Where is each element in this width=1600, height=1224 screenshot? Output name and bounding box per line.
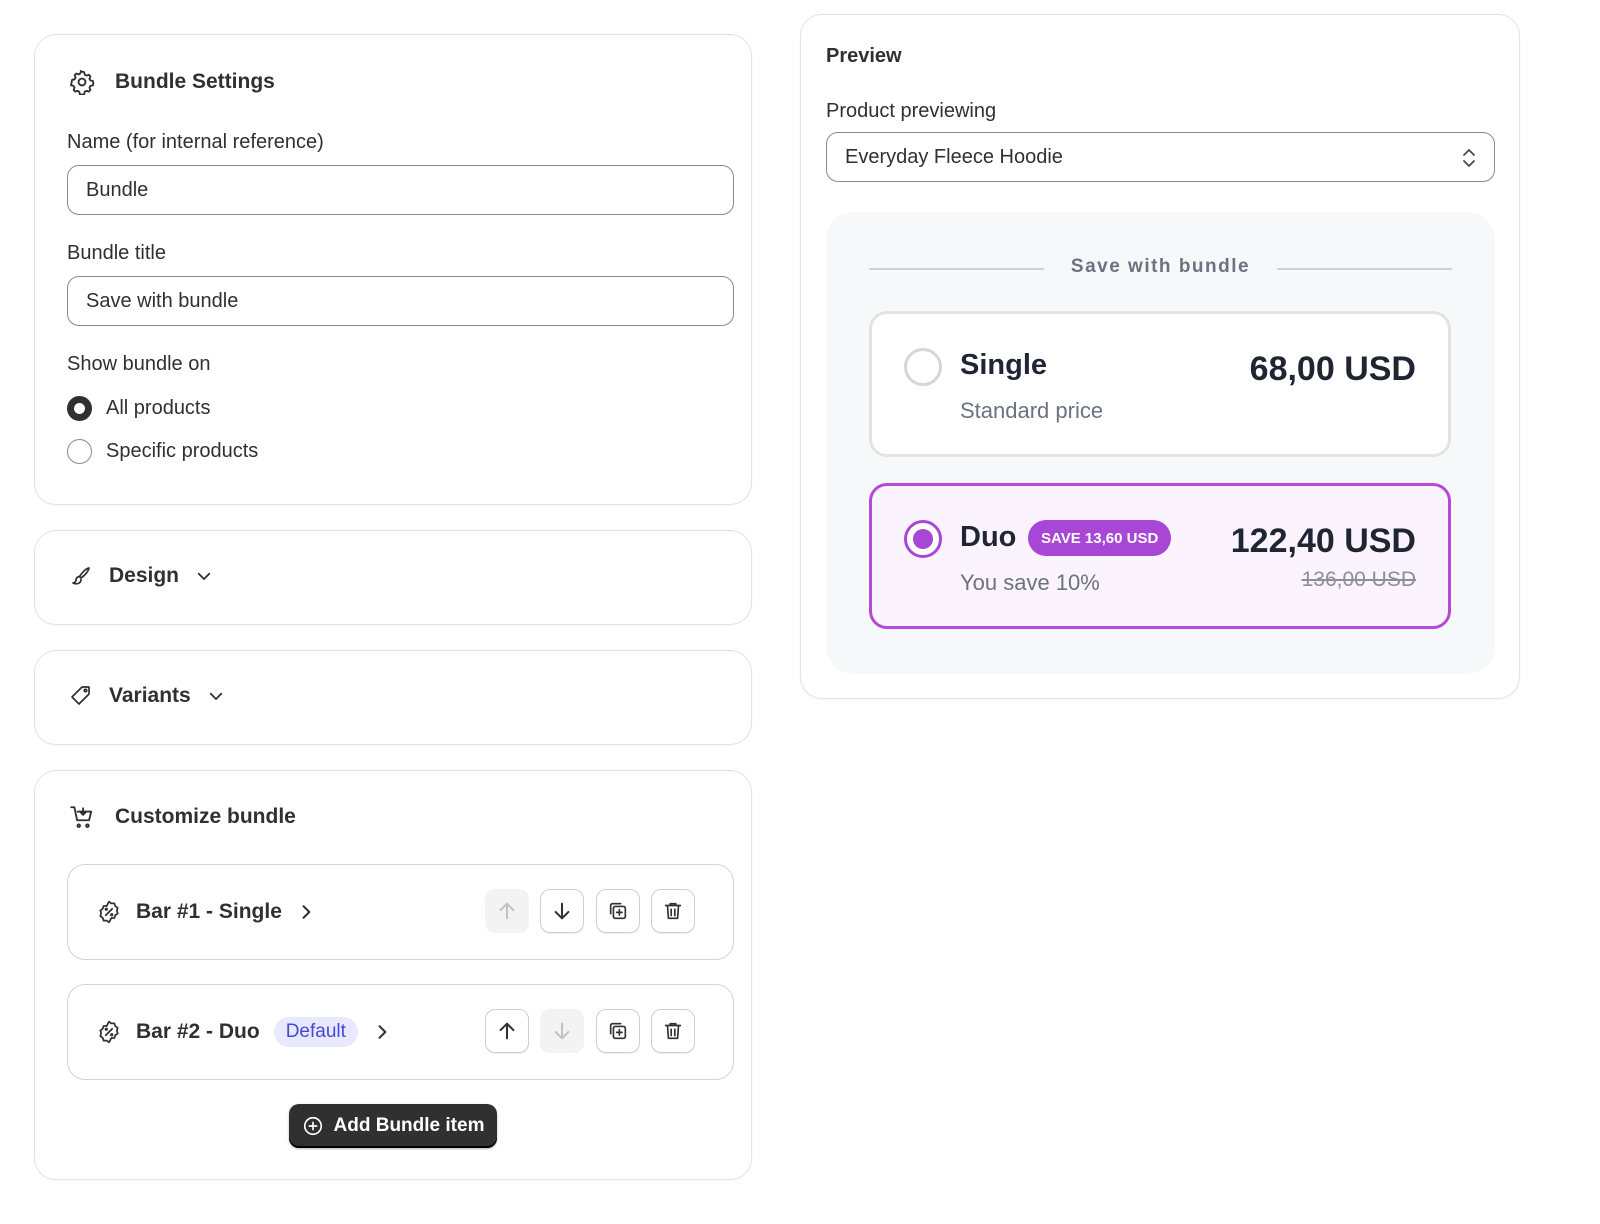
option-radio[interactable] [904, 348, 942, 386]
bar-1-link[interactable]: Bar #1 - Single [96, 865, 316, 959]
product-previewing-label: Product previewing [826, 100, 997, 122]
arrow-down-icon [554, 1022, 570, 1040]
default-badge: Default [273, 1017, 358, 1047]
bar-label: Bar #1 - Single [136, 900, 282, 923]
trash-icon [664, 1022, 682, 1040]
select-arrows-icon [1463, 149, 1475, 167]
design-label: Design [109, 564, 180, 587]
arrow-up-icon [499, 1022, 515, 1040]
trash-icon [664, 902, 682, 920]
bundle-settings-title: Bundle Settings [115, 70, 275, 93]
chevron-down-icon [209, 692, 222, 700]
customize-bundle-card: Customize bundle Bar #1 - Single Bar #2 … [34, 770, 752, 1180]
divider-right [1277, 268, 1452, 270]
discount-icon [99, 900, 119, 924]
add-bundle-item-button[interactable]: Add Bundle item [289, 1104, 497, 1148]
design-toggle[interactable]: Design [69, 564, 213, 588]
bundle-settings-card: Bundle Settings Name (for internal refer… [34, 34, 752, 505]
gear-icon [70, 70, 95, 95]
preview-title: Preview [826, 45, 902, 67]
delete-button[interactable] [651, 1009, 695, 1053]
option-subtitle: You save 10% [960, 570, 1100, 595]
bundle-settings-header: Bundle Settings [69, 69, 275, 95]
duplicate-button[interactable] [596, 1009, 640, 1053]
customize-bundle-title: Customize bundle [115, 805, 296, 828]
save-badge: SAVE 13,60 USD [1028, 520, 1172, 556]
bar-2-link[interactable]: Bar #2 - Duo Default [96, 985, 392, 1079]
brush-icon [72, 567, 90, 585]
move-down-button[interactable] [540, 1009, 584, 1053]
bundle-bar-row: Bar #1 - Single [67, 864, 734, 960]
product-select[interactable]: Everyday Fleece Hoodie [826, 132, 1495, 182]
variants-label: Variants [109, 684, 191, 707]
chevron-down-icon [197, 572, 211, 580]
name-input[interactable] [67, 165, 734, 215]
option-subtitle: Standard price [960, 398, 1104, 423]
bundle-bar-row: Bar #2 - Duo Default [67, 984, 734, 1080]
duplicate-icon [609, 902, 627, 920]
arrow-down-icon [554, 902, 570, 920]
chevron-right-icon [302, 905, 311, 919]
chevron-right-icon [378, 1025, 387, 1039]
option-title: Single [960, 349, 1048, 381]
move-up-button[interactable] [485, 889, 529, 933]
radio-all-products[interactable]: All products [67, 396, 211, 421]
duplicate-icon [609, 1022, 627, 1040]
option-title: Duo [960, 521, 1017, 553]
duplicate-button[interactable] [596, 889, 640, 933]
option-radio-selected[interactable] [904, 520, 942, 558]
show-bundle-on-label: Show bundle on [67, 353, 211, 375]
option-price: 122,40 USD [1230, 522, 1416, 560]
move-down-button[interactable] [540, 889, 584, 933]
variants-card: Variants [34, 650, 752, 745]
preview-card: Preview Product previewing Everyday Flee… [800, 14, 1520, 699]
delete-button[interactable] [651, 889, 695, 933]
arrow-up-icon [499, 902, 515, 920]
bundle-title-label: Bundle title [67, 242, 166, 264]
move-up-button[interactable] [485, 1009, 529, 1053]
discount-icon [99, 1020, 119, 1044]
radio-button-checked[interactable] [67, 396, 92, 421]
name-field-label: Name (for internal reference) [67, 131, 324, 153]
product-select-value: Everyday Fleece Hoodie [845, 145, 1063, 168]
variants-toggle[interactable]: Variants [69, 684, 225, 708]
plus-circle-icon [303, 1116, 322, 1136]
radio-label: All products [106, 397, 211, 419]
customize-bundle-header: Customize bundle [69, 804, 296, 830]
bundle-option-duo[interactable]: Duo SAVE 13,60 USD You save 10% 122,40 U… [869, 483, 1451, 629]
bar-label: Bar #2 - Duo [136, 1020, 260, 1043]
bundle-preview-widget: Save with bundle Single Standard price 6… [826, 212, 1495, 674]
radio-specific-products[interactable]: Specific products [67, 439, 258, 464]
radio-button[interactable] [67, 439, 92, 464]
radio-label: Specific products [106, 440, 259, 462]
bundle-title-input[interactable] [67, 276, 734, 326]
design-card: Design [34, 530, 752, 625]
bundle-option-single[interactable]: Single Standard price 68,00 USD [869, 311, 1451, 457]
add-bundle-item-label: Add Bundle item [333, 1115, 485, 1136]
bundle-heading: Save with bundle [1070, 256, 1251, 277]
option-price: 68,00 USD [1249, 350, 1416, 388]
compare-at-price: 136,00 USD [1301, 568, 1416, 591]
tag-icon [71, 686, 90, 705]
cart-icon [70, 806, 93, 828]
